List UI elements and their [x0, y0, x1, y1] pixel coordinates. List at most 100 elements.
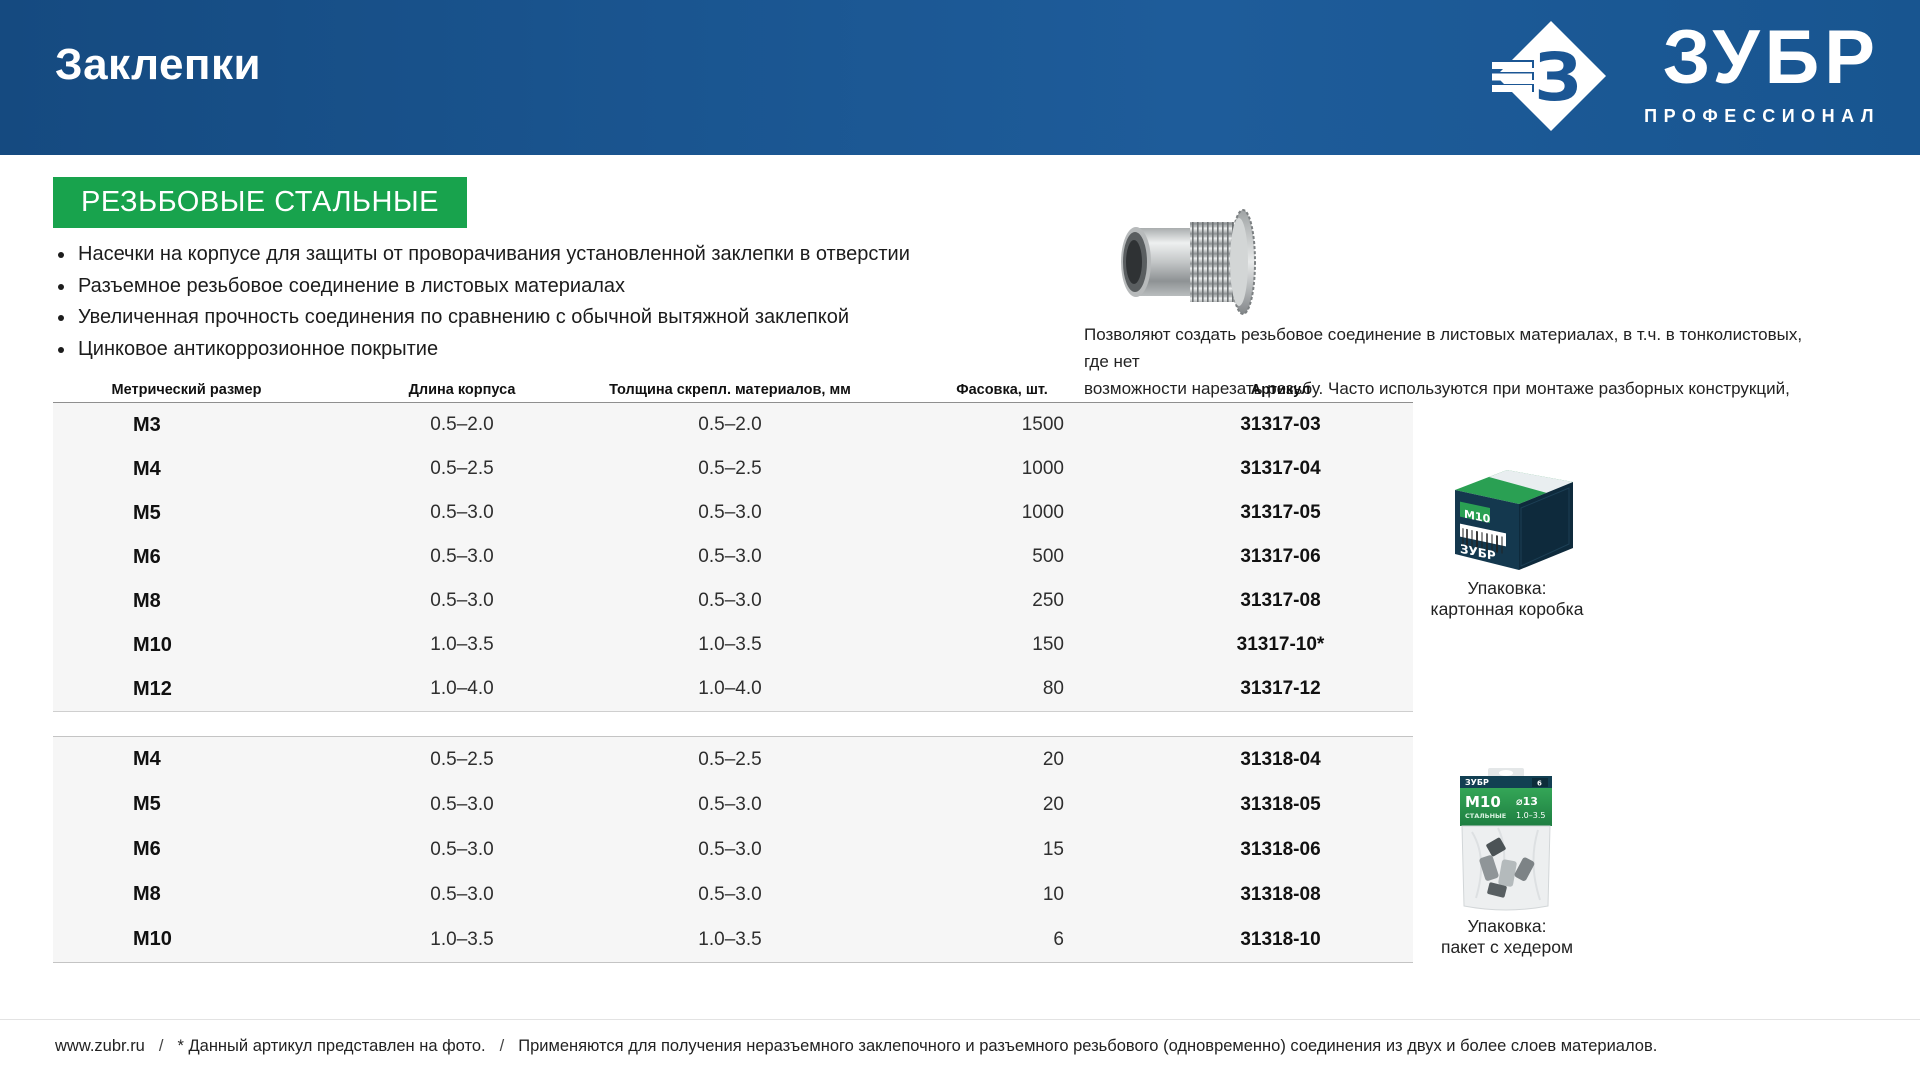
svg-text:6: 6 — [1537, 780, 1542, 788]
table-cell: 31318-04 — [1148, 749, 1413, 771]
packaging-caption-box: Упаковка: картонная коробка — [1392, 578, 1622, 619]
column-header: Длина корпуса — [320, 382, 604, 398]
table-row: М50.5–3.00.5–3.02031318-05 — [53, 782, 1413, 827]
table-cell: 1.0–3.5 — [604, 634, 856, 656]
table-cell: 500 — [856, 546, 1148, 568]
footer-note-photo: * Данный артикул представлен на фото. — [177, 1037, 485, 1055]
catalog-page: Заклепки З ЗУБР ПРОФЕССИОНАЛ РЕЗЬБОВЫЕ С… — [0, 0, 1920, 1080]
table-cell: М5 — [53, 502, 320, 525]
svg-text:З: З — [1535, 39, 1582, 116]
brand-tagline: ПРОФЕССИОНАЛ — [1614, 106, 1880, 127]
table-cell: 250 — [856, 590, 1148, 612]
brand-wordmark: ЗУБР — [1614, 16, 1880, 100]
table-cell: 0.5–3.0 — [604, 546, 856, 568]
table-cell: 0.5–3.0 — [320, 839, 604, 861]
table-section-bag: М40.5–2.50.5–2.52031318-04М50.5–3.00.5–3… — [53, 736, 1413, 963]
svg-text:ЗУБР: ЗУБР — [1465, 778, 1489, 787]
table-cell: 31317-06 — [1148, 546, 1413, 568]
table-cell: 0.5–2.0 — [320, 414, 604, 436]
table-row: М30.5–2.00.5–2.0150031317-03 — [53, 403, 1413, 447]
table-cell: М4 — [53, 458, 320, 481]
table-cell: 15 — [856, 839, 1148, 861]
caption-line: Упаковка: — [1392, 916, 1622, 937]
svg-text:М10: М10 — [1465, 793, 1501, 811]
table-cell: 0.5–3.0 — [604, 590, 856, 612]
table-cell: М12 — [53, 678, 320, 701]
table-cell: 0.5–2.0 — [604, 414, 856, 436]
table-cell: 0.5–3.0 — [604, 794, 856, 816]
table-row: М101.0–3.51.0–3.5631318-10 — [53, 917, 1413, 962]
feature-list: Насечки на корпусе для защиты от провора… — [48, 239, 1008, 365]
table-cell: 1000 — [856, 502, 1148, 524]
table-cell: 1.0–3.5 — [320, 634, 604, 656]
table-row: М101.0–3.51.0–3.515031317-10* — [53, 623, 1413, 667]
column-header: Метрический размер — [53, 382, 320, 398]
table-cell: М10 — [53, 928, 320, 951]
table-cell: М4 — [53, 748, 320, 771]
header-bar: Заклепки З ЗУБР ПРОФЕССИОНАЛ — [0, 0, 1920, 155]
product-note-line: Позволяют создать резьбовое соединение в… — [1084, 321, 1824, 375]
table-cell: 0.5–3.0 — [604, 502, 856, 524]
zubr-diamond-icon: З — [1492, 18, 1610, 136]
table-cell: 1.0–4.0 — [320, 678, 604, 700]
svg-text:⌀13: ⌀13 — [1516, 795, 1538, 808]
table-cell: 31318-05 — [1148, 794, 1413, 816]
table-cell: 20 — [856, 749, 1148, 771]
table-cell: 1.0–4.0 — [604, 678, 856, 700]
table-cell: М6 — [53, 838, 320, 861]
footer: www.zubr.ru/* Данный артикул представлен… — [55, 1037, 1865, 1056]
table-cell: 6 — [856, 929, 1148, 951]
table-cell: 150 — [856, 634, 1148, 656]
svg-text:1.0–3.5: 1.0–3.5 — [1516, 811, 1545, 820]
feature-item: Увеличенная прочность соединения по срав… — [48, 302, 1008, 334]
footer-separator: / — [145, 1037, 178, 1055]
table-cell: М3 — [53, 414, 320, 437]
table-cell: 31317-10* — [1148, 634, 1413, 656]
table-row: М60.5–3.00.5–3.01531318-06 — [53, 827, 1413, 872]
table-cell: 0.5–2.5 — [604, 458, 856, 480]
section-badge: РЕЗЬБОВЫЕ СТАЛЬНЫЕ — [53, 177, 467, 228]
table-row: М40.5–2.50.5–2.5100031317-04 — [53, 447, 1413, 491]
header-bag-image: ЗУБР 6 М10 СТАЛЬНЫЕ ⌀13 1.0–3.5 — [1458, 768, 1554, 912]
table-row: М80.5–3.00.5–3.01031318-08 — [53, 872, 1413, 917]
footer-divider — [0, 1019, 1920, 1020]
table-row: М60.5–3.00.5–3.050031317-06 — [53, 535, 1413, 579]
table-cell: М6 — [53, 546, 320, 569]
footer-separator: / — [486, 1037, 519, 1055]
column-header: Фасовка, шт. — [856, 382, 1148, 398]
table-cell: 0.5–3.0 — [604, 884, 856, 906]
table-cell: 0.5–3.0 — [320, 502, 604, 524]
caption-line: пакет с хедером — [1392, 937, 1622, 958]
svg-text:СТАЛЬНЫЕ: СТАЛЬНЫЕ — [1465, 812, 1506, 820]
table-cell: М8 — [53, 590, 320, 613]
table-cell: М10 — [53, 634, 320, 657]
table-cell: 1500 — [856, 414, 1148, 436]
footer-note-usage: Применяются для получения неразъемного з… — [518, 1037, 1657, 1055]
table-cell: 0.5–3.0 — [320, 794, 604, 816]
table-cell: 0.5–2.5 — [320, 458, 604, 480]
column-header: Толщина скрепл. материалов, мм — [604, 382, 856, 398]
table-row: М40.5–2.50.5–2.52031318-04 — [53, 737, 1413, 782]
table-cell: 0.5–3.0 — [604, 839, 856, 861]
carton-box-image: М10 ЗУБР — [1443, 464, 1583, 574]
table-cell: М5 — [53, 793, 320, 816]
table-cell: 0.5–3.0 — [320, 590, 604, 612]
table-cell: 80 — [856, 678, 1148, 700]
table-header-row: Метрический размерДлина корпусаТолщина с… — [53, 379, 1413, 403]
table-cell: М8 — [53, 883, 320, 906]
table-cell: 31318-06 — [1148, 839, 1413, 861]
table-row: М80.5–3.00.5–3.025031317-08 — [53, 579, 1413, 623]
table-cell: 0.5–3.0 — [320, 884, 604, 906]
page-title: Заклепки — [55, 40, 261, 90]
spec-tables: Метрический размерДлина корпусаТолщина с… — [53, 379, 1413, 712]
table-cell: 31318-08 — [1148, 884, 1413, 906]
feature-item: Насечки на корпусе для защиты от провора… — [48, 239, 1008, 271]
table-row: М50.5–3.00.5–3.0100031317-05 — [53, 491, 1413, 535]
caption-line: картонная коробка — [1392, 599, 1622, 620]
rivet-nut-image — [1112, 206, 1280, 322]
table-section-box: М30.5–2.00.5–2.0150031317-03М40.5–2.50.5… — [53, 403, 1413, 712]
feature-item: Цинковое антикоррозионное покрытие — [48, 334, 1008, 366]
table-cell: 0.5–3.0 — [320, 546, 604, 568]
site-link[interactable]: www.zubr.ru — [55, 1037, 145, 1055]
brand-logo: З ЗУБР ПРОФЕССИОНАЛ — [1492, 14, 1884, 144]
